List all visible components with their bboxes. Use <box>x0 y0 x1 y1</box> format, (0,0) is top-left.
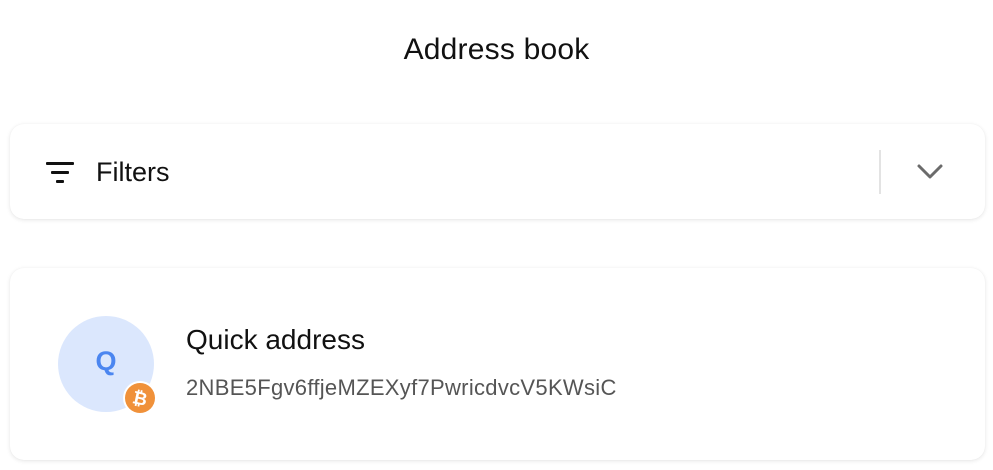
page-title: Address book <box>403 33 590 66</box>
svg-text:₿: ₿ <box>130 387 149 411</box>
address-value: 2NBE5Fgv6ffjeMZEXyf7PwricdvcV5KWsiC <box>186 375 617 400</box>
filters-expand-button[interactable] <box>910 152 950 192</box>
address-book-page: Address book Filters Q ₿ Quick address 2 <box>0 0 993 470</box>
filter-lines-icon <box>46 162 76 184</box>
avatar-letter: Q <box>95 346 117 376</box>
chevron-down-icon <box>917 164 943 179</box>
filters-divider <box>879 150 881 194</box>
address-name: Quick address <box>186 324 365 355</box>
filters-label: Filters <box>96 157 170 187</box>
filters-panel[interactable]: Filters <box>10 124 985 219</box>
bitcoin-icon: ₿ <box>123 381 157 415</box>
address-list-item[interactable]: Q ₿ Quick address 2NBE5Fgv6ffjeMZEXyf7Pw… <box>10 268 985 460</box>
